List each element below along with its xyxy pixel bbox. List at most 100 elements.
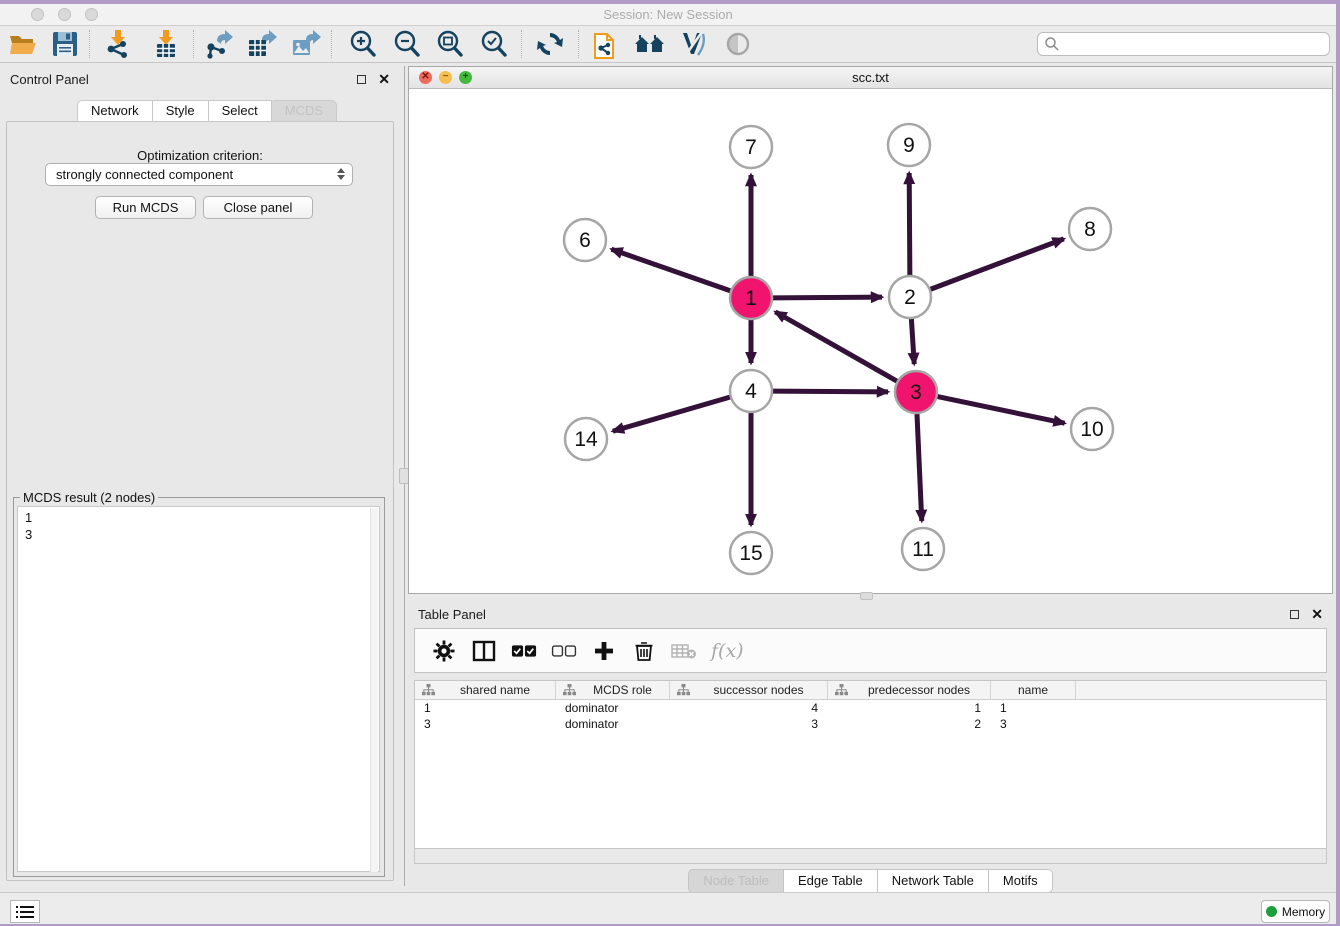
- close-window-button[interactable]: [31, 8, 44, 21]
- graph-edge-4-3[interactable]: [773, 391, 888, 392]
- list-icon: [16, 905, 34, 919]
- cell-name[interactable]: 3: [991, 716, 1076, 732]
- tab-mcds[interactable]: MCDS: [272, 100, 337, 122]
- cell-MCDS-role[interactable]: dominator: [556, 700, 670, 716]
- cell-shared-name[interactable]: 3: [415, 716, 556, 732]
- zoom-selected-icon[interactable]: [476, 27, 512, 61]
- search-box[interactable]: [1037, 32, 1330, 56]
- tab-node-table[interactable]: Node Table: [688, 869, 784, 893]
- cell-successor-nodes[interactable]: 3: [670, 716, 828, 732]
- column-header-successor-nodes[interactable]: successor nodes: [670, 681, 828, 699]
- zoom-fit-icon[interactable]: [432, 27, 468, 61]
- float-table-panel-icon[interactable]: [1290, 610, 1299, 619]
- column-header-predecessor-nodes[interactable]: predecessor nodes: [828, 681, 991, 699]
- graph-edge-3-1[interactable]: [775, 312, 897, 381]
- graph-edge-2-3[interactable]: [911, 319, 914, 364]
- deselect-all-checkboxes-icon[interactable]: [551, 638, 577, 664]
- import-network-icon[interactable]: [100, 27, 136, 61]
- open-session-icon[interactable]: [5, 27, 41, 61]
- zoom-window-button[interactable]: [85, 8, 98, 21]
- minimize-network-button[interactable]: −: [439, 71, 452, 84]
- tab-network-table[interactable]: Network Table: [878, 869, 989, 893]
- tab-network[interactable]: Network: [77, 100, 153, 122]
- column-header-MCDS-role[interactable]: MCDS role: [556, 681, 670, 699]
- refresh-icon[interactable]: [532, 27, 568, 61]
- cell-name[interactable]: 1: [991, 700, 1076, 716]
- cell-predecessor-nodes[interactable]: 2: [828, 716, 991, 732]
- column-header-filler: [1076, 681, 1326, 699]
- control-panel-title: Control Panel: [10, 72, 89, 87]
- graph-edge-1-2[interactable]: [773, 297, 882, 298]
- show-all-networks-icon[interactable]: [632, 27, 668, 61]
- run-mcds-button[interactable]: Run MCDS: [95, 196, 196, 219]
- add-row-icon[interactable]: [591, 638, 617, 664]
- tab-edge-table[interactable]: Edge Table: [784, 869, 878, 893]
- graph-node-label: 14: [574, 428, 598, 451]
- graph-node-label: 15: [739, 542, 762, 565]
- search-input[interactable]: [1060, 35, 1329, 53]
- import-table-icon[interactable]: [148, 27, 184, 61]
- zoom-in-icon[interactable]: [345, 27, 381, 61]
- maximize-network-button[interactable]: +: [459, 71, 472, 84]
- graph-edge-1-6[interactable]: [611, 249, 730, 291]
- network-graph[interactable]: 7968124314101511: [409, 89, 1332, 593]
- graph-edge-4-14[interactable]: [613, 397, 730, 431]
- tab-select[interactable]: Select: [209, 100, 272, 122]
- delete-table-icon[interactable]: [671, 638, 697, 664]
- graph-node-label: 8: [1084, 218, 1096, 241]
- two-columns-icon[interactable]: [471, 638, 497, 664]
- tab-style[interactable]: Style: [153, 100, 209, 122]
- hide-panel-eye-icon[interactable]: [720, 27, 756, 61]
- export-table-icon[interactable]: [244, 27, 280, 61]
- table-horizontal-scrollbar[interactable]: [414, 848, 1327, 864]
- memory-label: Memory: [1282, 905, 1325, 919]
- tab-motifs[interactable]: Motifs: [989, 869, 1053, 893]
- graph-node-label: 1: [745, 287, 757, 310]
- column-header-name[interactable]: name: [991, 681, 1076, 699]
- table-row[interactable]: 1dominator411: [415, 700, 1326, 716]
- float-panel-icon[interactable]: [357, 75, 366, 84]
- cell-shared-name[interactable]: 1: [415, 700, 556, 716]
- title-bar: Session: New Session: [0, 4, 1336, 26]
- delete-row-trash-icon[interactable]: [631, 638, 657, 664]
- export-network-icon[interactable]: [201, 27, 237, 61]
- graph-edge-3-10[interactable]: [938, 397, 1065, 424]
- node-table[interactable]: shared nameMCDS rolesuccessor nodesprede…: [414, 680, 1327, 848]
- graph-edge-2-9[interactable]: [909, 173, 910, 275]
- cell-successor-nodes[interactable]: 4: [670, 700, 828, 716]
- close-panel-icon[interactable]: ✕: [378, 74, 390, 84]
- minimize-window-button[interactable]: [58, 8, 71, 21]
- mcds-result-text[interactable]: 1 3: [17, 506, 380, 872]
- scrollbar[interactable]: [370, 508, 378, 872]
- network-window-controls: ✕ − +: [419, 71, 472, 84]
- optimization-criterion-select[interactable]: strongly connected component: [45, 163, 353, 186]
- horizontal-splitter-handle[interactable]: [860, 592, 873, 600]
- graph-edge-2-8[interactable]: [931, 239, 1064, 289]
- control-panel: Control Panel ✕ Network Style Select MCD…: [0, 66, 400, 886]
- export-image-icon[interactable]: [288, 27, 324, 61]
- status-bar: Memory: [0, 892, 1336, 924]
- control-panel-header: Control Panel ✕: [0, 66, 400, 92]
- graph-node-label: 10: [1080, 418, 1103, 441]
- gear-icon[interactable]: [431, 638, 457, 664]
- memory-button[interactable]: Memory: [1261, 900, 1330, 923]
- close-table-panel-icon[interactable]: ✕: [1311, 609, 1323, 619]
- network-window-titlebar: ✕ − + scc.txt: [409, 67, 1332, 89]
- save-session-icon[interactable]: [47, 27, 83, 61]
- optimization-criterion-label: Optimization criterion:: [7, 148, 393, 163]
- vizmapper-icon[interactable]: [675, 27, 711, 61]
- table-row[interactable]: 3dominator323: [415, 716, 1326, 732]
- select-all-checkboxes-icon[interactable]: [511, 638, 537, 664]
- task-history-button[interactable]: [10, 900, 40, 923]
- network-view-window: ✕ − + scc.txt 7968124314101511: [408, 66, 1333, 594]
- cell-MCDS-role[interactable]: dominator: [556, 716, 670, 732]
- table-panel: Table Panel ✕: [408, 601, 1333, 890]
- zoom-out-icon[interactable]: [389, 27, 425, 61]
- function-builder-icon[interactable]: f(x): [711, 640, 744, 662]
- graph-edge-3-11[interactable]: [917, 414, 922, 521]
- new-network-from-file-icon[interactable]: [588, 27, 624, 61]
- close-network-button[interactable]: ✕: [419, 71, 432, 84]
- column-header-shared-name[interactable]: shared name: [415, 681, 556, 699]
- close-panel-button[interactable]: Close panel: [203, 196, 313, 219]
- cell-predecessor-nodes[interactable]: 1: [828, 700, 991, 716]
